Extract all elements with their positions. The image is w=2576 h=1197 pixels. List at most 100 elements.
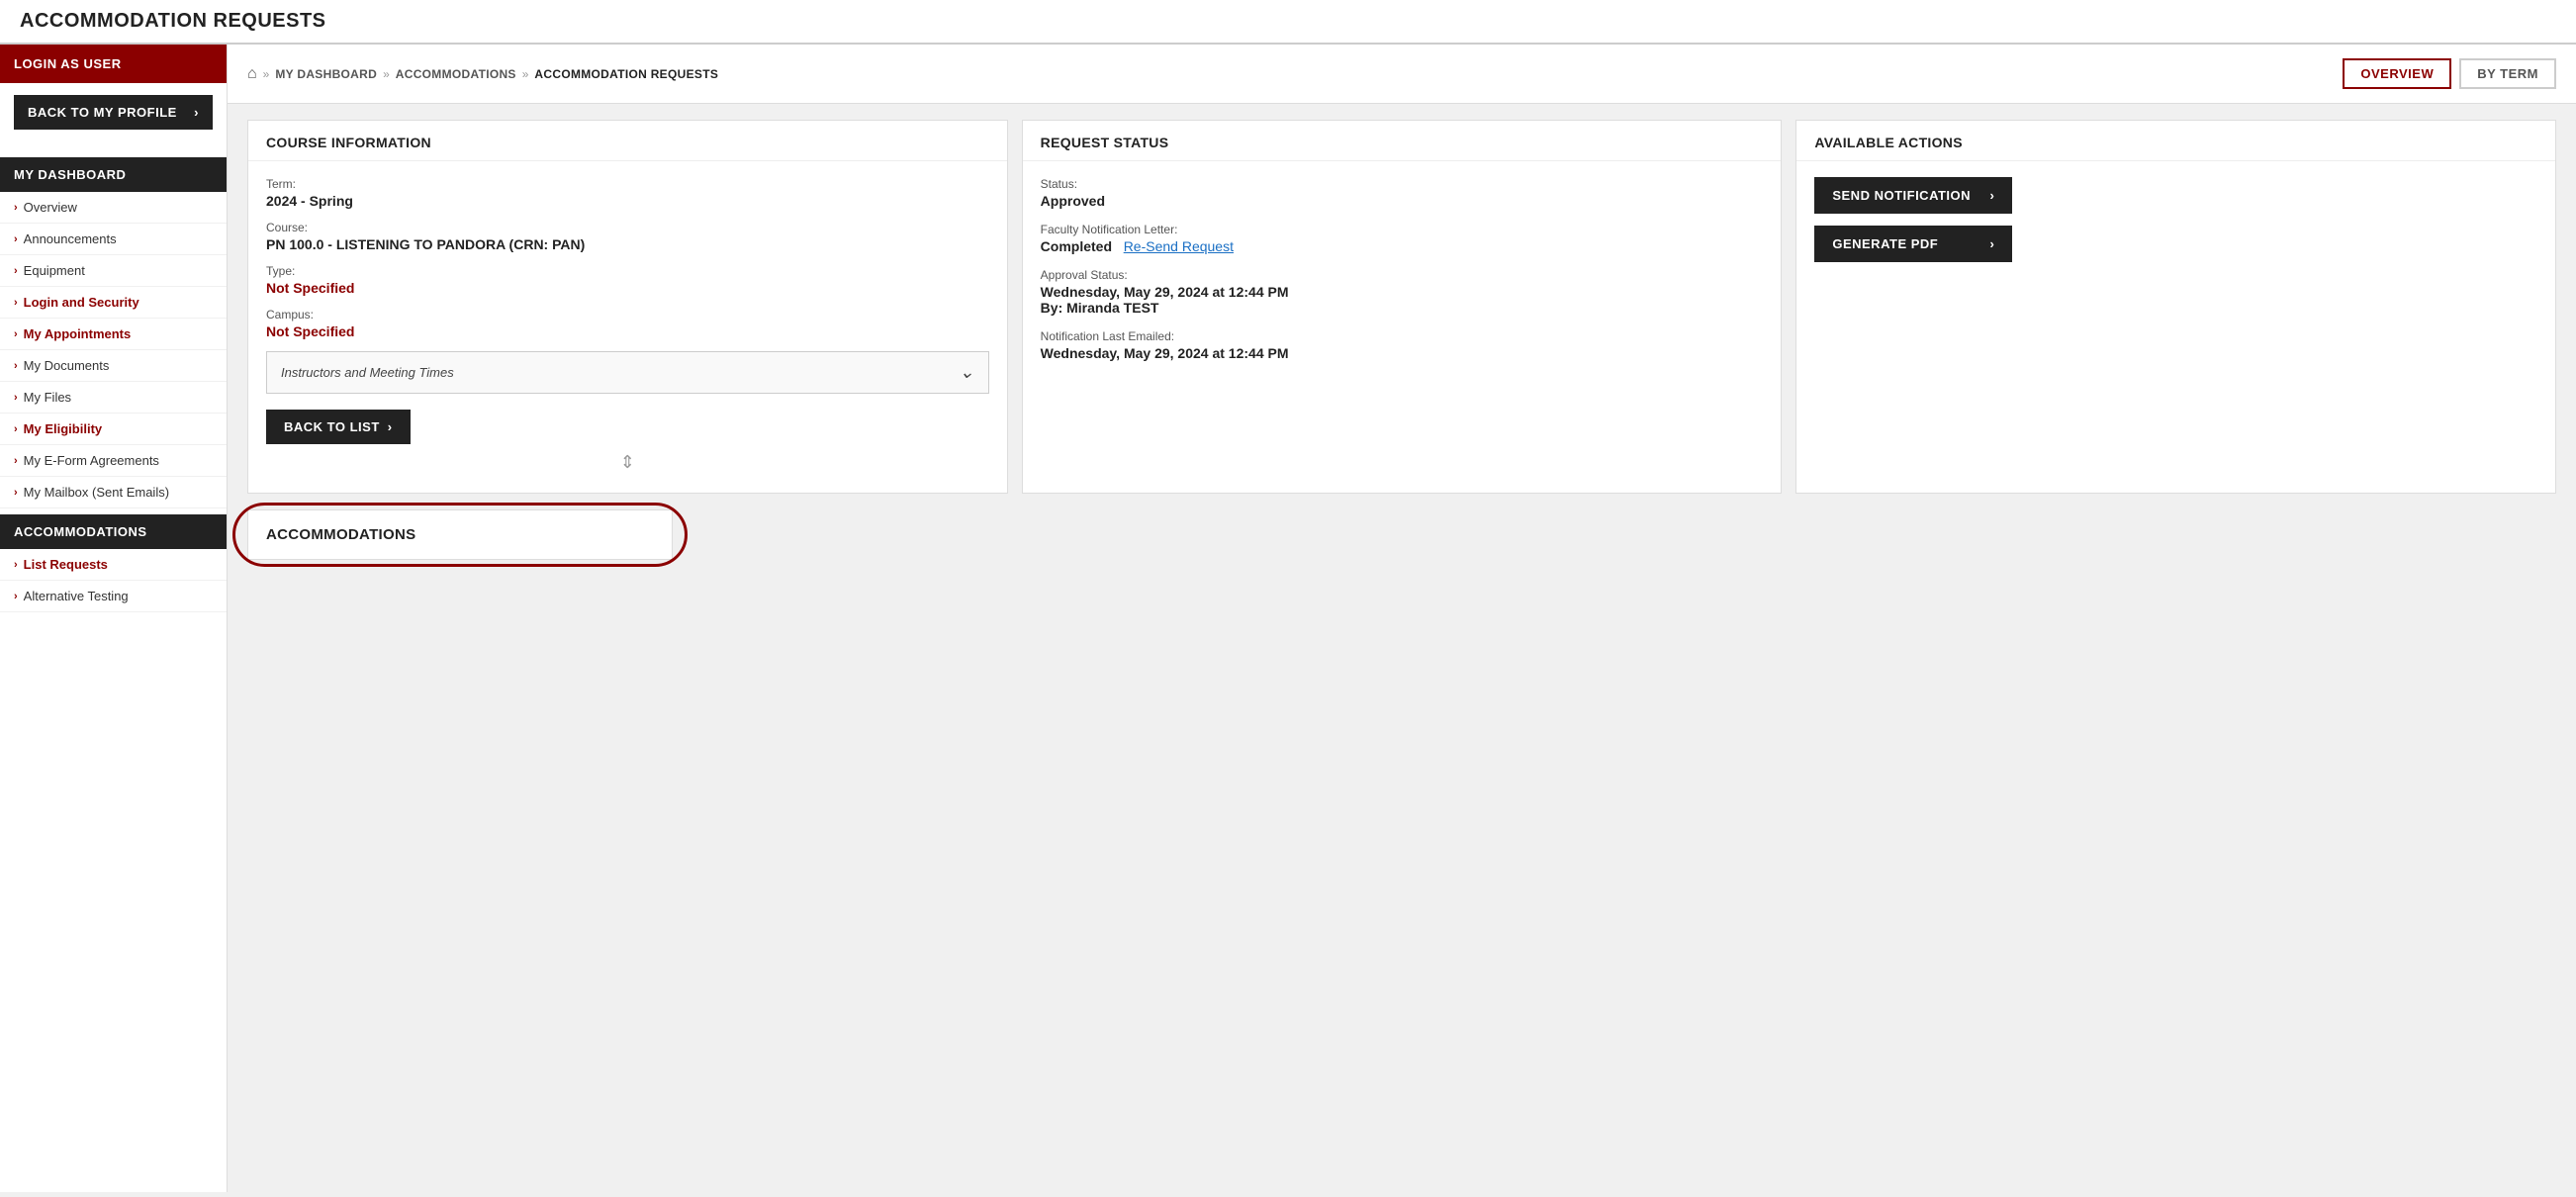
course-information-card: COURSE INFORMATION Term: 2024 - Spring C…	[247, 120, 1008, 494]
chevron-icon: ›	[14, 297, 18, 309]
sidebar-item-login-security[interactable]: › Login and Security	[0, 287, 227, 319]
back-list-chevron-icon: ›	[388, 419, 393, 434]
overview-button[interactable]: OVERVIEW	[2343, 58, 2451, 89]
send-notification-button[interactable]: SEND NOTIFICATION ›	[1814, 177, 2012, 214]
sidebar-item-list-requests[interactable]: › List Requests	[0, 549, 227, 581]
nav-label: My Mailbox (Sent Emails)	[24, 485, 169, 500]
campus-value: Not Specified	[266, 323, 989, 339]
approval-datetime: Wednesday, May 29, 2024 at 12:44 PM By: …	[1041, 284, 1764, 316]
chevron-icon: ›	[14, 328, 18, 340]
sidebar-item-equipment[interactable]: › Equipment	[0, 255, 227, 287]
nav-label: My E-Form Agreements	[24, 453, 159, 468]
login-as-user-label: LOGIN AS USER	[0, 45, 227, 83]
available-actions-card: AVAILABLE ACTIONS SEND NOTIFICATION › GE…	[1795, 120, 2556, 494]
nav-label: Login and Security	[24, 295, 139, 310]
resend-request-link[interactable]: Re-Send Request	[1124, 238, 1234, 254]
course-label: Course:	[266, 221, 989, 234]
sidebar-item-my-files[interactable]: › My Files	[0, 382, 227, 414]
notification-value: Wednesday, May 29, 2024 at 12:44 PM	[1041, 345, 1764, 361]
nav-label: Alternative Testing	[24, 589, 129, 603]
notification-label: Notification Last Emailed:	[1041, 329, 1764, 343]
nav-label: My Documents	[24, 358, 110, 373]
back-to-profile-button[interactable]: BACK TO MY PROFILE ›	[14, 95, 213, 130]
back-chevron-icon: ›	[194, 105, 199, 120]
generate-pdf-chevron-icon: ›	[1990, 236, 1995, 251]
breadcrumb-sep: »	[522, 67, 529, 81]
main-layout: LOGIN AS USER BACK TO MY PROFILE › MY DA…	[0, 45, 2576, 1192]
nav-label: My Appointments	[24, 326, 132, 341]
breadcrumb-sep: »	[263, 67, 270, 81]
breadcrumb-accommodations[interactable]: ACCOMMODATIONS	[396, 67, 516, 81]
breadcrumb-buttons: OVERVIEW BY TERM	[2343, 58, 2556, 89]
home-icon[interactable]: ⌂	[247, 65, 257, 83]
breadcrumb-accommodation-requests: ACCOMMODATION REQUESTS	[534, 67, 718, 81]
nav-label: My Files	[24, 390, 71, 405]
chevron-icon: ›	[14, 487, 18, 499]
chevron-icon: ›	[14, 360, 18, 372]
sidebar-item-eform-agreements[interactable]: › My E-Form Agreements	[0, 445, 227, 477]
course-value: PN 100.0 - LISTENING TO PANDORA (CRN: PA…	[266, 236, 989, 252]
sidebar-item-my-eligibility[interactable]: › My Eligibility	[0, 414, 227, 445]
back-to-list-label: BACK TO LIST	[284, 419, 380, 434]
send-notification-chevron-icon: ›	[1990, 188, 1995, 203]
nav-label: Overview	[24, 200, 77, 215]
my-dashboard-header: MY DASHBOARD	[0, 157, 227, 192]
chevron-icon: ›	[14, 423, 18, 435]
sidebar-item-my-documents[interactable]: › My Documents	[0, 350, 227, 382]
term-value: 2024 - Spring	[266, 193, 989, 209]
approval-by-text: By: Miranda TEST	[1041, 300, 1159, 316]
sidebar-item-my-appointments[interactable]: › My Appointments	[0, 319, 227, 350]
nav-label: Announcements	[24, 231, 117, 246]
request-status-header: REQUEST STATUS	[1023, 121, 1782, 161]
term-label: Term:	[266, 177, 989, 191]
instructors-dropdown-label: Instructors and Meeting Times	[281, 365, 454, 380]
sidebar-item-overview[interactable]: › Overview	[0, 192, 227, 224]
breadcrumb: ⌂ » MY DASHBOARD » ACCOMMODATIONS » ACCO…	[247, 65, 718, 83]
generate-pdf-button[interactable]: GENERATE PDF ›	[1814, 226, 2012, 262]
sidebar-item-my-mailbox[interactable]: › My Mailbox (Sent Emails)	[0, 477, 227, 508]
sidebar-item-alternative-testing[interactable]: › Alternative Testing	[0, 581, 227, 612]
chevron-icon: ›	[14, 265, 18, 277]
accommodations-card: ACCOMMODATIONS	[247, 509, 673, 560]
cards-row: COURSE INFORMATION Term: 2024 - Spring C…	[228, 104, 2576, 509]
approval-date-text: Wednesday, May 29, 2024 at 12:44 PM	[1041, 284, 1289, 300]
fnl-label: Faculty Notification Letter:	[1041, 223, 1764, 236]
generate-pdf-label: GENERATE PDF	[1832, 236, 1938, 251]
fnl-completed-text: Completed	[1041, 238, 1112, 254]
request-status-body: Status: Approved Faculty Notification Le…	[1023, 161, 1782, 391]
approval-label: Approval Status:	[1041, 268, 1764, 282]
dropdown-arrow-icon: ⌄	[960, 362, 974, 383]
nav-items-list: › Overview › Announcements › Equipment ›…	[0, 192, 227, 508]
instructors-dropdown[interactable]: Instructors and Meeting Times ⌄	[266, 351, 989, 394]
breadcrumb-mydashboard[interactable]: MY DASHBOARD	[275, 67, 377, 81]
available-actions-header: AVAILABLE ACTIONS	[1796, 121, 2555, 161]
request-status-card: REQUEST STATUS Status: Approved Faculty …	[1022, 120, 1783, 494]
course-card-header: COURSE INFORMATION	[248, 121, 1007, 161]
sidebar-item-announcements[interactable]: › Announcements	[0, 224, 227, 255]
content-area: ⌂ » MY DASHBOARD » ACCOMMODATIONS » ACCO…	[228, 45, 2576, 1192]
by-term-button[interactable]: BY TERM	[2459, 58, 2556, 89]
accommodations-card-header: ACCOMMODATIONS	[248, 510, 672, 559]
chevron-icon: ›	[14, 233, 18, 245]
sidebar: LOGIN AS USER BACK TO MY PROFILE › MY DA…	[0, 45, 228, 1192]
resize-handle-icon[interactable]: ⇕	[266, 444, 989, 477]
chevron-icon: ›	[14, 455, 18, 467]
send-notification-label: SEND NOTIFICATION	[1832, 188, 1971, 203]
chevron-icon: ›	[14, 392, 18, 404]
status-value: Approved	[1041, 193, 1764, 209]
campus-label: Campus:	[266, 308, 989, 322]
fnl-value: Completed Re-Send Request	[1041, 238, 1764, 254]
back-to-list-button[interactable]: BACK TO LIST ›	[266, 410, 411, 444]
page-header: ACCOMMODATION REQUESTS	[0, 0, 2576, 45]
back-to-profile-label: BACK TO MY PROFILE	[28, 105, 177, 120]
chevron-icon: ›	[14, 591, 18, 602]
nav-label: Equipment	[24, 263, 85, 278]
accommodations-section: ACCOMMODATIONS	[228, 509, 2576, 580]
breadcrumb-sep: »	[383, 67, 390, 81]
type-label: Type:	[266, 264, 989, 278]
status-label: Status:	[1041, 177, 1764, 191]
chevron-icon: ›	[14, 202, 18, 214]
accommodations-sidebar-header: ACCOMMODATIONS	[0, 514, 227, 549]
nav-label: My Eligibility	[24, 421, 102, 436]
available-actions-body: SEND NOTIFICATION › GENERATE PDF ›	[1796, 161, 2555, 290]
